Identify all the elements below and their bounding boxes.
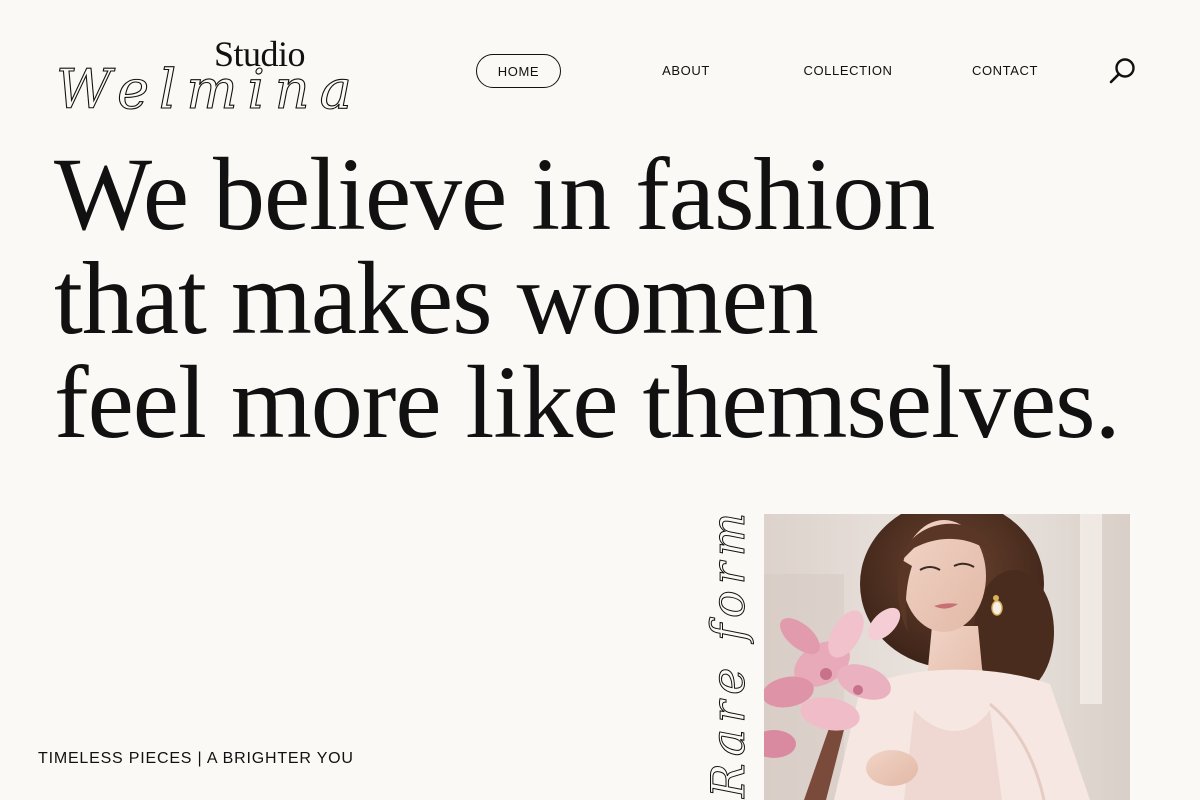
nav-collection[interactable]: COLLECTION [796,54,900,88]
nav-about[interactable]: ABOUT [652,54,720,88]
brand-logo[interactable]: Studio Welmina [55,34,352,122]
headline-line-2: that makes women [54,241,819,356]
nav-contact[interactable]: CONTACT [964,54,1046,88]
search-icon [1109,58,1135,84]
logo-script-wordmark: Welmina [55,57,352,121]
headline-line-3: feel more like themselves. [54,345,1121,460]
search-button[interactable] [1106,54,1140,88]
headline-line-1: We believe in fashion [54,137,935,252]
logo-script-text: Welmina [56,58,362,121]
nav-home[interactable]: HOME [476,54,561,88]
hero-photo [764,514,1130,800]
hero-headline: We believe in fashion that makes women f… [54,143,1174,455]
tagline: TIMELESS PIECES | A BRIGHTER YOU [38,750,354,767]
photo-illustration [764,514,1130,800]
rare-form-script: Rare form [701,506,756,799]
rare-form-text: Rare form [701,507,755,799]
